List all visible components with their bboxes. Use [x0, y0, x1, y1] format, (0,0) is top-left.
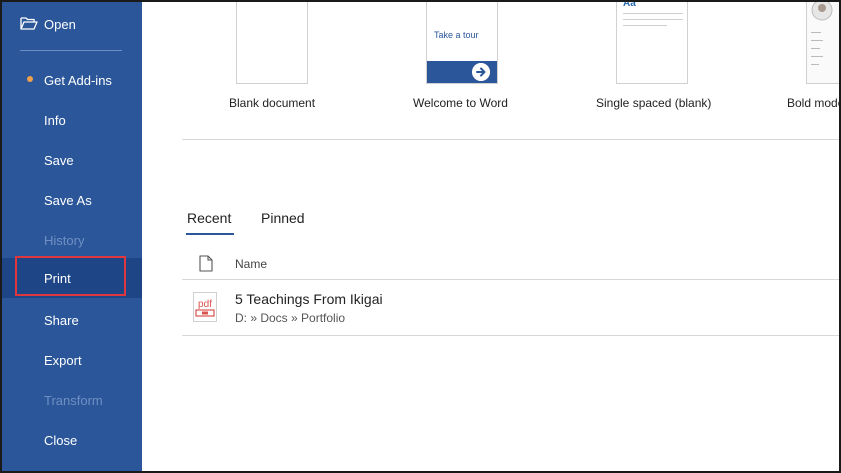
pdf-file-icon: pdf [193, 292, 217, 322]
sidebar-item-save-as[interactable]: Save As [2, 180, 142, 220]
sidebar-item-history: History [2, 220, 142, 260]
thumb-line [623, 25, 667, 26]
sidebar-item-info[interactable]: Info [2, 100, 142, 140]
templates-divider [182, 139, 839, 140]
sidebar-item-label: Export [44, 352, 82, 368]
thumb-line [811, 56, 823, 57]
tab-recent[interactable]: Recent [187, 210, 231, 226]
template-label: Blank document [229, 96, 316, 110]
print-highlight-box [15, 256, 126, 296]
sidebar-item-label: Save [44, 152, 74, 168]
sidebar-item-label: Transform [44, 392, 103, 408]
sidebar-item-close[interactable]: Close [2, 420, 142, 460]
list-row-divider [182, 335, 839, 336]
document-icon [199, 255, 213, 272]
sidebar-item-share[interactable]: Share [2, 300, 142, 340]
sidebar-item-export[interactable]: Export [2, 340, 142, 380]
resume-photo-icon [811, 2, 833, 21]
template-thumbnail[interactable] [806, 2, 839, 84]
sidebar-item-label: Share [44, 312, 79, 328]
template-thumbnail[interactable]: Aa [616, 2, 688, 84]
thumb-line [811, 40, 823, 41]
active-tab-indicator [186, 233, 234, 235]
svg-text:pdf: pdf [198, 299, 212, 310]
take-a-tour-text: Take a tour [434, 30, 479, 40]
template-label: Welcome to Word [413, 96, 508, 110]
thumb-line [811, 32, 821, 33]
sidebar-separator [20, 50, 122, 51]
tab-pinned[interactable]: Pinned [261, 210, 305, 226]
list-header-divider [182, 279, 839, 280]
sidebar-item-get-add-ins[interactable]: Get Add-ins [2, 60, 142, 100]
sidebar-item-save[interactable]: Save [2, 140, 142, 180]
thumb-line [811, 48, 820, 49]
sidebar-item-label: Get Add-ins [44, 72, 112, 88]
template-label: Bold modern resume [787, 96, 839, 110]
sidebar-item-label: History [44, 232, 85, 248]
sidebar-item-label: Info [44, 112, 66, 128]
thumb-line [623, 19, 683, 20]
template-label: Single spaced (blank) [596, 96, 712, 110]
sidebar-item-label: Close [44, 432, 78, 448]
file-title: 5 Teachings From Ikigai [235, 291, 383, 307]
thumb-line [623, 13, 683, 14]
template-thumbnail[interactable]: Take a tour [426, 2, 498, 84]
backstage-sidebar: Open Get Add-ins Info Save Save As Histo… [2, 2, 142, 471]
aa-sample-text: Aa [623, 0, 636, 9]
sidebar-item-open[interactable]: Open [2, 4, 142, 44]
arrow-right-icon [472, 63, 490, 81]
sidebar-item-label: Save As [44, 192, 92, 208]
sidebar-item-label: Open [44, 16, 76, 32]
file-path: D: » Docs » Portfolio [235, 311, 346, 325]
template-thumbnail[interactable] [236, 2, 308, 84]
backstage-window: Open Get Add-ins Info Save Save As Histo… [0, 0, 841, 473]
thumb-line [811, 64, 819, 65]
sidebar-item-transform: Transform [2, 380, 142, 420]
column-header-name[interactable]: Name [235, 257, 267, 271]
folder-open-icon [20, 17, 38, 30]
